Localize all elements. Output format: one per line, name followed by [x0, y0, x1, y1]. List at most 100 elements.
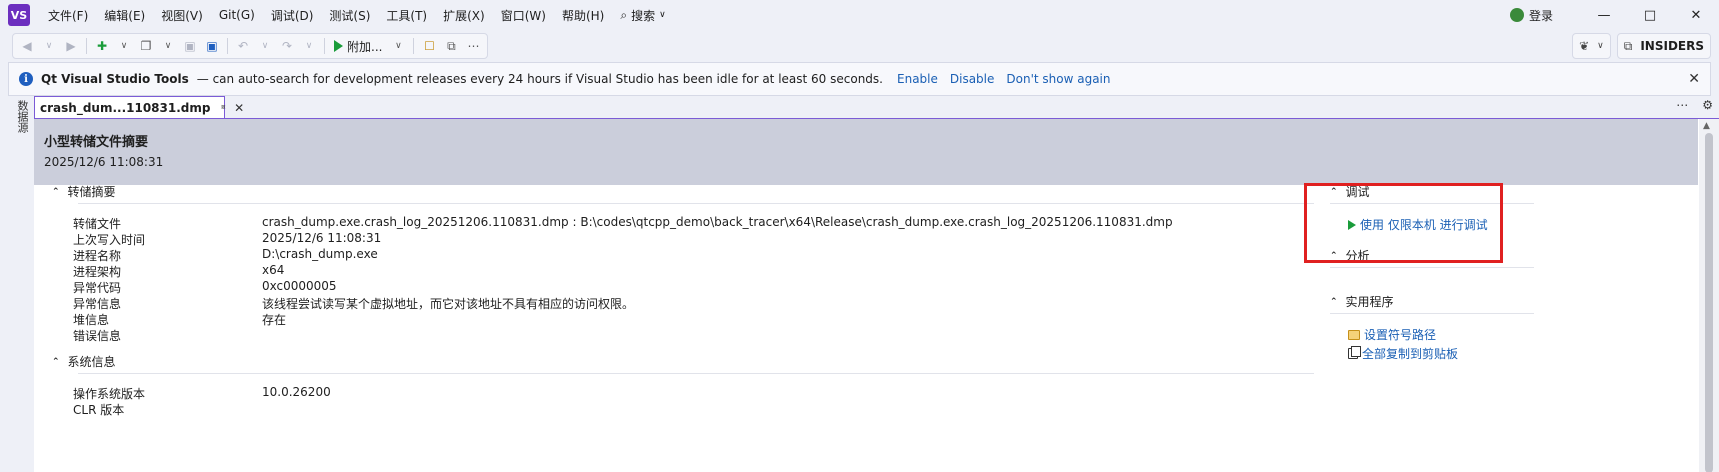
play-icon — [334, 40, 343, 52]
folder-icon — [1348, 329, 1360, 340]
scrollbar-thumb[interactable] — [1705, 133, 1713, 472]
toolbar-separator — [324, 38, 325, 54]
tab-label: crash_dum...110831.dmp — [40, 100, 211, 115]
info-icon: i — [19, 72, 33, 86]
toolbar-separator — [227, 38, 228, 54]
exception-info-value: 该线程尝试读写某个虚拟地址，而它对该地址不具有相应的访问权限。 — [262, 297, 635, 311]
copy-all-label: 全部复制到剪贴板 — [1362, 347, 1459, 361]
section-title: 转储摘要 — [67, 185, 116, 199]
page-title: 小型转储文件摘要 — [44, 135, 149, 150]
maximize-button[interactable]: □ — [1627, 0, 1673, 30]
chevron-down-icon[interactable]: ∨ — [39, 35, 59, 57]
dump-summary-section-header[interactable]: ⌃ 转储摘要 — [52, 183, 116, 200]
close-icon[interactable]: ✕ — [1688, 71, 1700, 87]
gear-icon[interactable]: ⚙ — [1702, 98, 1713, 112]
attach-run-button[interactable]: 附加... — [330, 35, 386, 57]
menu-edit[interactable]: 编辑(E) — [96, 0, 153, 30]
highlight-annotation-box — [1304, 183, 1503, 263]
remote-icon[interactable]: ⧉ — [441, 35, 461, 57]
exception-code-label: 异常代码 — [73, 281, 122, 295]
chevron-down-icon[interactable]: ∨ — [388, 35, 408, 57]
process-name-label: 进程名称 — [73, 249, 122, 263]
pin-icon[interactable]: ⌖ — [217, 102, 229, 114]
chevron-down-icon[interactable]: ∨ — [255, 35, 275, 57]
summary-date: 2025/12/6 11:08:31 — [44, 155, 164, 169]
tab-crash-dump[interactable]: crash_dum...110831.dmp ⌖ ✕ — [34, 96, 244, 118]
close-window-button[interactable]: ✕ — [1673, 0, 1719, 30]
menu-debug[interactable]: 调试(D) — [263, 0, 322, 30]
menu-tools[interactable]: 工具(T) — [378, 0, 435, 30]
more-options-icon[interactable]: ⋯ — [463, 35, 483, 57]
toolbar-main-group: ◀ ∨ ▶ ✚ ∨ ❐ ∨ ▣ ▣ ↶ ∨ ↷ ∨ 附加... ∨ ☐ ⧉ ⋯ — [12, 33, 489, 59]
search-label: 搜索 — [631, 8, 656, 23]
caret-up-icon: ⌃ — [52, 356, 60, 367]
process-arch-value: x64 — [262, 263, 285, 277]
save-icon[interactable]: ▣ — [180, 35, 200, 57]
back-icon[interactable]: ◀ — [17, 35, 37, 57]
attach-run-label: 附加... — [347, 39, 383, 54]
set-symbol-path-link[interactable]: 设置符号路径 — [1348, 326, 1436, 343]
section-divider — [1330, 313, 1534, 314]
info-bar-title: Qt Visual Studio Tools — [41, 72, 189, 86]
find-in-files-icon[interactable]: ☐ — [419, 35, 439, 57]
clr-version-label: CLR 版本 — [73, 403, 125, 417]
document-tab-strip: crash_dum...110831.dmp ⌖ ✕ ⋯ ⚙ — [34, 96, 1719, 118]
chevron-down-icon[interactable]: ∨ — [158, 35, 178, 57]
chevron-down-icon: ∨ — [1597, 41, 1604, 51]
os-version-label: 操作系统版本 — [73, 387, 146, 401]
summary-header: 小型转储文件摘要 2025/12/6 11:08:31 — [34, 119, 1698, 185]
heap-info-value: 存在 — [262, 313, 287, 327]
toolbar: ◀ ∨ ▶ ✚ ∨ ❐ ∨ ▣ ▣ ↶ ∨ ↷ ∨ 附加... ∨ ☐ ⧉ ⋯ … — [0, 30, 1719, 62]
menu-window[interactable]: 窗口(W) — [493, 0, 554, 30]
insiders-badge[interactable]: ⧉ INSIDERS — [1616, 33, 1711, 59]
copy-all-link[interactable]: 全部复制到剪贴板 — [1348, 345, 1458, 362]
share-icon: ⧉ — [1623, 38, 1633, 53]
exception-info-label: 异常信息 — [73, 297, 122, 311]
visual-studio-logo-icon[interactable]: VS — [8, 4, 30, 26]
vertical-scrollbar[interactable]: ▲ — [1699, 119, 1719, 472]
last-write-time-label: 上次写入时间 — [73, 233, 146, 247]
utilities-section-header[interactable]: ⌃ 实用程序 — [1330, 293, 1394, 310]
forward-icon[interactable]: ▶ — [61, 35, 81, 57]
copilot-icon: ❦ — [1579, 39, 1590, 53]
new-project-icon[interactable]: ✚ — [92, 35, 112, 57]
menu-view[interactable]: 视图(V) — [153, 0, 211, 30]
exception-code-value: 0xc0000005 — [262, 279, 337, 293]
section-divider — [78, 203, 1314, 204]
save-all-icon[interactable]: ▣ — [202, 35, 222, 57]
enable-link[interactable]: Enable — [897, 72, 938, 86]
redo-icon[interactable]: ↷ — [277, 35, 297, 57]
toolbar-separator — [413, 38, 415, 54]
section-divider — [1330, 267, 1534, 268]
close-icon[interactable]: ✕ — [234, 101, 244, 115]
more-tabs-icon[interactable]: ⋯ — [1676, 98, 1688, 112]
process-name-value: D:\crash_dump.exe — [262, 247, 378, 261]
dump-file-value: crash_dump.exe.crash_log_20251206.110831… — [262, 215, 1173, 229]
scroll-up-icon[interactable]: ▲ — [1703, 121, 1710, 131]
dont-show-again-link[interactable]: Don't show again — [1006, 72, 1110, 86]
account-icon — [1509, 8, 1524, 22]
copy-icon — [1348, 346, 1361, 359]
undo-icon[interactable]: ↶ — [233, 35, 253, 57]
disable-link[interactable]: Disable — [950, 72, 995, 86]
system-info-section-header[interactable]: ⌃ 系统信息 — [52, 353, 116, 370]
new-file-icon[interactable]: ❐ — [136, 35, 156, 57]
menu-test[interactable]: 测试(S) — [321, 0, 378, 30]
caret-up-icon: ⌃ — [1330, 296, 1338, 307]
search-menu[interactable]: ⌕ 搜索 ∨ — [612, 0, 673, 30]
search-icon: ⌕ — [620, 7, 628, 22]
toolbar-separator — [86, 38, 87, 54]
menu-file[interactable]: 文件(F) — [40, 0, 96, 30]
login-label: 登录 — [1528, 8, 1553, 23]
copilot-menu[interactable]: ❦ ∨ — [1572, 33, 1611, 59]
menu-git[interactable]: Git(G) — [211, 0, 263, 30]
chevron-down-icon[interactable]: ∨ — [114, 35, 134, 57]
data-sources-tab[interactable]: 数据源 — [14, 100, 30, 133]
dump-file-label: 转储文件 — [73, 217, 122, 231]
menu-extensions[interactable]: 扩展(X) — [435, 0, 493, 30]
section-divider — [78, 373, 1314, 374]
login-button[interactable]: 登录 — [1509, 7, 1553, 24]
chevron-down-icon[interactable]: ∨ — [299, 35, 319, 57]
minimize-button[interactable]: — — [1581, 0, 1627, 30]
menu-help[interactable]: 帮助(H) — [554, 0, 612, 30]
